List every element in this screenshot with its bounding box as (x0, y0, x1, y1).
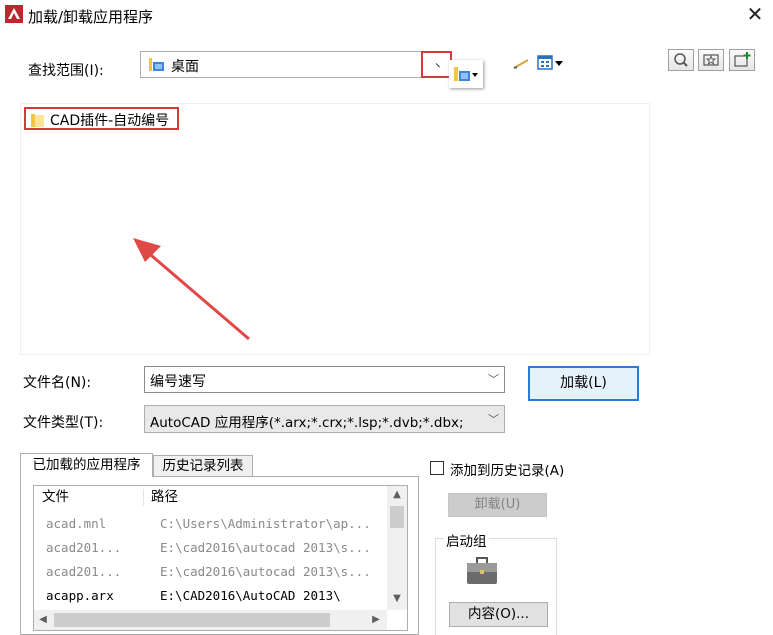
table-row[interactable]: acad.mnl C:\Users\Administrator\ap... (34, 513, 386, 537)
lookin-value: 桌面 (171, 59, 199, 75)
row-path: C:\Users\Administrator\ap... (160, 516, 371, 531)
vertical-scroll-thumb[interactable] (390, 506, 404, 528)
close-button[interactable]: ✕ (740, 2, 770, 28)
lookin-combo[interactable]: 桌面 (140, 51, 452, 78)
filetype-select[interactable]: AutoCAD 应用程序(*.arx;*.crx;*.lsp;*.dvb;*.d… (144, 405, 505, 433)
unload-button[interactable]: 卸载(U) (448, 493, 547, 517)
title-bar: 加载/卸载应用程序 ✕ (0, 0, 773, 32)
filetype-label: 文件类型(T): (23, 415, 104, 431)
filename-label: 文件名(N): (23, 375, 92, 391)
load-button[interactable]: 加载(L) (528, 366, 639, 401)
scroll-down-icon[interactable]: ▼ (387, 590, 407, 608)
column-header-file[interactable]: 文件 (42, 487, 69, 508)
tab-panel: 文件 路径 acad.mnl C:\Users\Administrator\ap… (20, 476, 419, 635)
autocad-app-icon (5, 5, 23, 23)
search-icon (674, 53, 688, 67)
startup-contents-button[interactable]: 内容(O)... (449, 602, 548, 627)
lookin-label: 查找范围(I): (28, 63, 104, 79)
tab-loaded-applications[interactable]: 已加载的应用程序 (20, 453, 153, 477)
scroll-up-icon[interactable]: ▲ (387, 486, 407, 504)
vertical-scrollbar[interactable]: ▲ ▼ (387, 486, 407, 610)
table-row[interactable]: acad201... E:\cad2016\autocad 2013\s... (34, 561, 386, 585)
annotation-arrow-icon (133, 238, 250, 341)
row-file: acad201... (46, 564, 122, 579)
filetype-value: AutoCAD 应用程序(*.arx;*.crx;*.lsp;*.dvb;*.d… (150, 415, 464, 431)
horizontal-scroll-thumb[interactable] (54, 613, 330, 627)
view-menu-icon[interactable] (537, 53, 565, 73)
scroll-left-icon[interactable]: ◀ (34, 610, 52, 630)
briefcase-icon (467, 557, 497, 584)
filename-value: 编号速写 (150, 374, 206, 390)
pen-icon[interactable] (512, 55, 530, 73)
file-list[interactable]: CAD插件-自动编号 (20, 103, 650, 355)
row-path: E:\cad2016\autocad 2013\s... (160, 540, 371, 555)
row-path: E:\CAD2016\AutoCAD 2013\ (160, 588, 341, 603)
column-divider[interactable] (143, 489, 144, 506)
folder-desktop-icon (454, 67, 478, 81)
chevron-down-icon[interactable]: ﹀ (488, 411, 499, 427)
row-path: E:\cad2016\autocad 2013\s... (160, 564, 371, 579)
startup-suite-label: 启动组 (444, 530, 489, 550)
loaded-applications-table[interactable]: 文件 路径 acad.mnl C:\Users\Administrator\ap… (33, 485, 408, 631)
favorites-button[interactable] (698, 49, 724, 71)
add-to-favorites-button[interactable] (729, 49, 755, 71)
row-file: acad201... (46, 540, 122, 555)
lookin-dropdown-button[interactable] (421, 51, 452, 78)
filename-input[interactable]: 编号速写 ﹀ (144, 366, 505, 393)
column-header-path[interactable]: 路径 (151, 487, 178, 508)
row-file: acad.mnl (46, 516, 107, 531)
folder-icon (31, 114, 44, 127)
add-to-history-label[interactable]: 添加到历史记录(A) (450, 459, 564, 479)
scroll-right-icon[interactable]: ▶ (367, 610, 385, 630)
folder-icon (149, 58, 164, 71)
row-file: acapp.arx (46, 588, 114, 603)
add-folder-icon (734, 52, 751, 67)
file-list-item[interactable]: CAD插件-自动编号 (24, 107, 179, 130)
table-row[interactable]: acapp.arx E:\CAD2016\AutoCAD 2013\ (34, 585, 386, 609)
desktop-folder-dropdown[interactable] (449, 60, 483, 88)
add-to-history-checkbox[interactable] (430, 461, 444, 475)
find-file-button[interactable] (668, 49, 694, 71)
horizontal-scrollbar[interactable]: ◀ ▶ (34, 610, 387, 630)
favorites-folder-icon (703, 54, 719, 66)
chevron-down-icon[interactable]: ﹀ (488, 371, 499, 387)
file-item-label: CAD插件-自动编号 (50, 113, 170, 129)
tab-history-list[interactable]: 历史记录列表 (153, 455, 253, 477)
table-row[interactable]: acad201... E:\cad2016\autocad 2013\s... (34, 537, 386, 561)
window-title: 加载/卸载应用程序 (28, 8, 154, 26)
